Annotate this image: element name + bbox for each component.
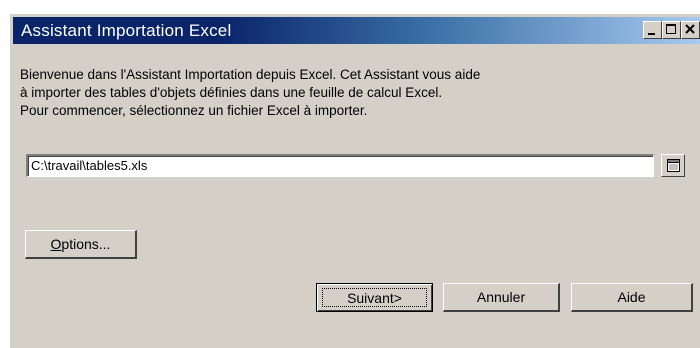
intro-text: Bienvenue dans l'Assistant Importation d… xyxy=(20,66,660,120)
minimize-icon xyxy=(648,33,655,35)
minimize-button[interactable] xyxy=(643,21,662,39)
maximize-button[interactable] xyxy=(662,21,681,39)
window-title: Assistant Importation Excel xyxy=(21,21,232,40)
excel-file-path-input[interactable]: C:\travail\tables5.xls xyxy=(26,154,654,177)
options-label: ptions... xyxy=(61,236,111,252)
next-button-label: Suivant> xyxy=(322,288,427,307)
maximize-icon xyxy=(666,24,676,34)
intro-line-2: à importer des tables d'objets définies … xyxy=(20,85,443,100)
cancel-button[interactable]: Annuler xyxy=(443,283,560,312)
intro-line-1: Bienvenue dans l'Assistant Importation d… xyxy=(20,67,481,82)
title-bar[interactable]: Assistant Importation Excel xyxy=(13,17,700,44)
next-button[interactable]: Suivant> xyxy=(316,283,433,312)
options-mnemonic: O xyxy=(50,236,62,252)
browse-file-icon xyxy=(667,159,680,172)
close-icon xyxy=(685,24,695,34)
window-controls xyxy=(643,21,700,39)
close-button[interactable] xyxy=(681,21,700,39)
browse-file-button[interactable] xyxy=(661,154,685,177)
help-button[interactable]: Aide xyxy=(571,283,693,312)
options-button[interactable]: Options... xyxy=(25,230,137,259)
import-wizard-dialog: Assistant Importation Excel Bienvenue da… xyxy=(10,14,700,348)
intro-line-3: Pour commencer, sélectionnez un fichier … xyxy=(20,103,368,118)
